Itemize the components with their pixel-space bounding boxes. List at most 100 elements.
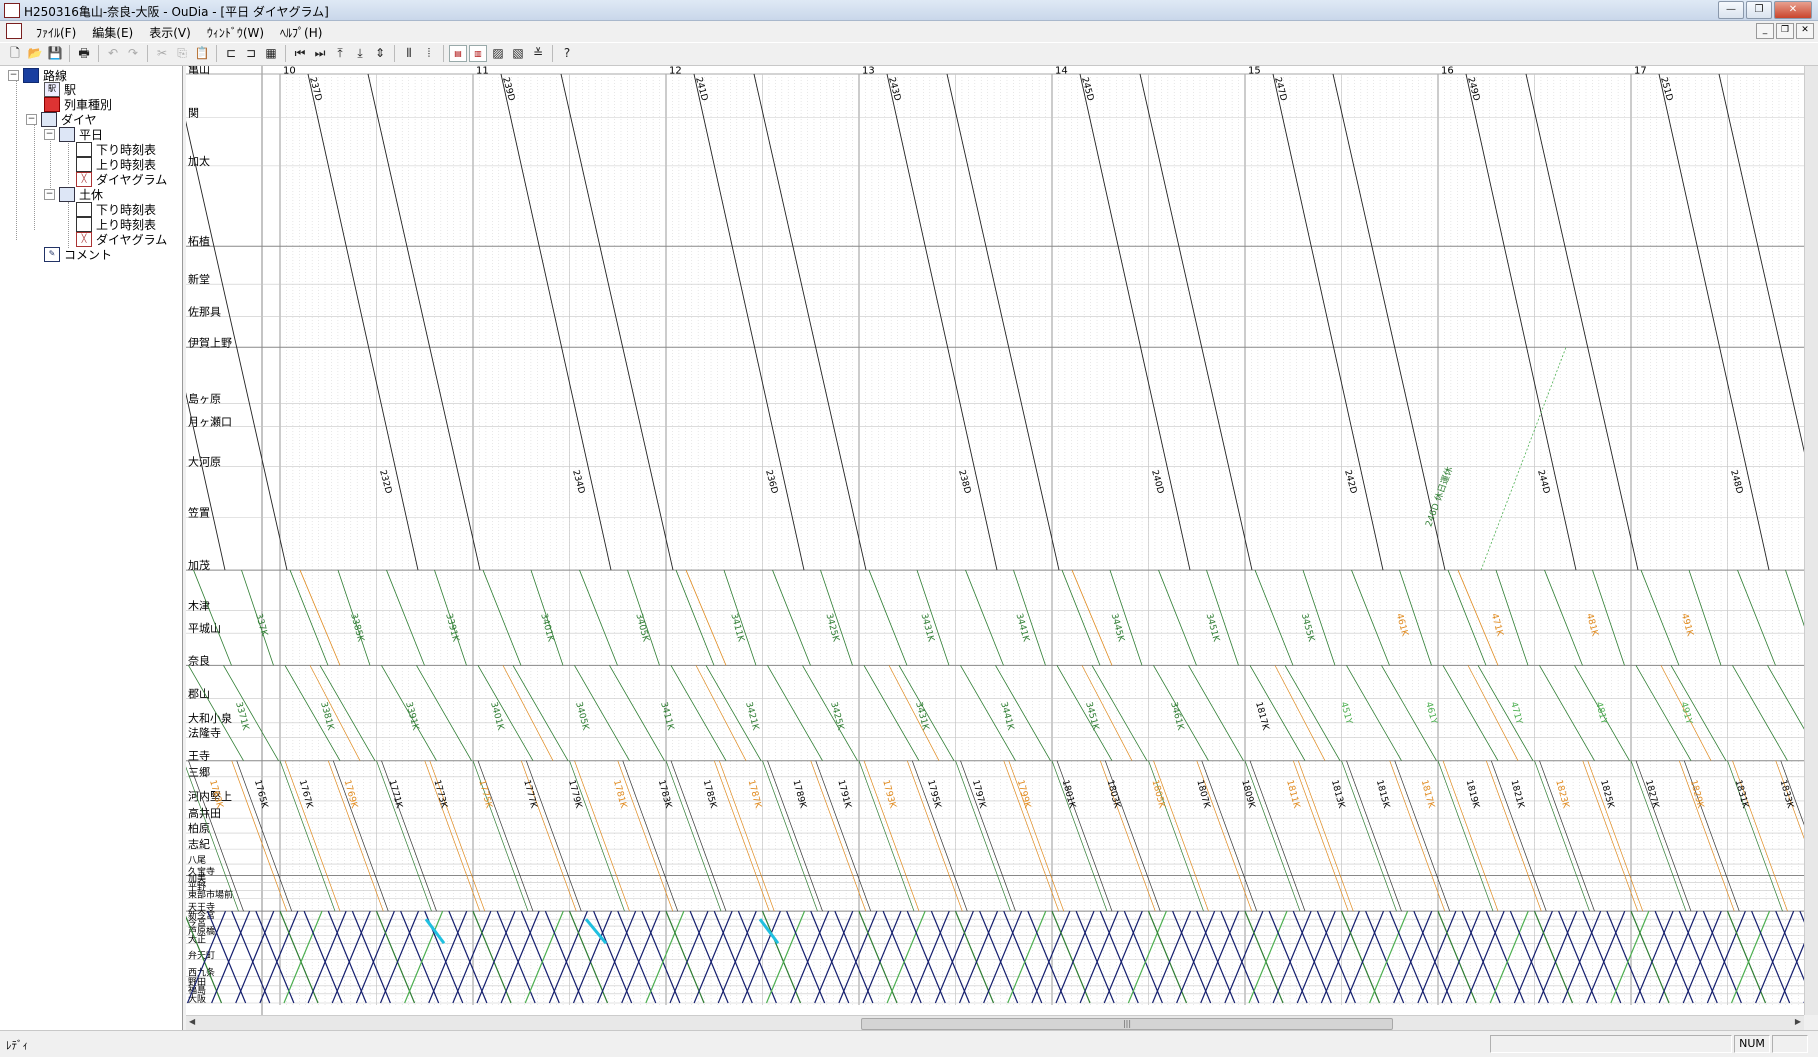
document-icon[interactable] xyxy=(6,23,22,39)
tree-node-weekday-down[interactable]: 下り時刻表 xyxy=(76,142,156,157)
zoom-out-vertical-icon[interactable]: ⤓ xyxy=(351,45,369,62)
paste-icon[interactable]: 📋 xyxy=(193,45,211,62)
station-label: 月ヶ瀬口 xyxy=(188,415,232,429)
status-pane xyxy=(1490,1035,1732,1053)
station-label: 笠置 xyxy=(188,505,210,519)
scroll-right-icon[interactable]: ▶ xyxy=(1795,1017,1801,1026)
grid-icon[interactable]: ▦ xyxy=(262,45,280,62)
tree-node-comment[interactable]: ✎ コメント xyxy=(44,247,112,262)
tree-node-holiday-diagram[interactable]: ╳ ダイヤグラム xyxy=(76,232,167,247)
tree-node-station[interactable]: 駅 駅 xyxy=(44,82,76,97)
redo-icon[interactable]: ↷ xyxy=(124,45,142,62)
toolbar: 🗋 📂 💾 🖶 ↶ ↷ ✂ ⎘ 📋 ⊏ ⊐ ▦ ⏮ ⏭ ⤒ ⤓ ⇕ ⦀ ⦙ ▤ … xyxy=(0,42,1818,66)
toolbar-separator xyxy=(147,45,148,62)
station-label: 志紀 xyxy=(188,838,210,851)
toolbar-separator xyxy=(98,45,99,62)
hour-label: 15 xyxy=(1248,66,1261,77)
tree-label-comment: コメント xyxy=(64,246,112,263)
help-icon[interactable]: ? xyxy=(558,45,576,62)
cut-icon[interactable]: ✂ xyxy=(153,45,171,62)
diagram-lines-alt-icon[interactable]: ▧ xyxy=(509,45,527,62)
route-tree: − 路線 駅 駅 列車種別 − ダイヤ − 平日 下り時刻表 上り時刻表 ╳ ダ… xyxy=(0,66,183,1036)
menu-bar: ﾌｧｲﾙ(F) 編集(E) 表示(V) ｳｨﾝﾄﾞｳ(W) ﾍﾙﾌﾟ(H) _ … xyxy=(0,21,1818,41)
open-folder-icon[interactable]: 📂 xyxy=(26,45,44,62)
diagram-icon: ╳ xyxy=(76,232,92,247)
tree-node-weekday-up[interactable]: 上り時刻表 xyxy=(76,157,156,172)
tree-node-route[interactable]: − 路線 xyxy=(8,68,67,83)
tree-node-holiday-down[interactable]: 下り時刻表 xyxy=(76,202,156,217)
maximize-button[interactable]: ❐ xyxy=(1746,1,1772,19)
calendar-icon xyxy=(59,127,75,142)
station-label: 加太 xyxy=(188,155,210,168)
menu-window[interactable]: ｳｨﾝﾄﾞｳ(W) xyxy=(199,23,272,42)
station-label: 大河原 xyxy=(188,455,221,469)
hour-label: 12 xyxy=(669,66,682,77)
mdi-restore-button[interactable]: ❐ xyxy=(1776,23,1794,39)
tree-node-dia[interactable]: − ダイヤ xyxy=(26,112,97,127)
menu-view[interactable]: 表示(V) xyxy=(141,23,199,42)
scroll-thumb[interactable]: ||| xyxy=(861,1018,1393,1030)
insert-before-icon[interactable]: ⊏ xyxy=(222,45,240,62)
station-label: 加茂 xyxy=(188,558,210,572)
copy-icon[interactable]: ⎘ xyxy=(173,45,191,62)
save-icon[interactable]: 💾 xyxy=(46,45,64,62)
first-icon[interactable]: ⏮ xyxy=(291,45,309,62)
comment-icon: ✎ xyxy=(44,247,60,262)
toolbar-separator xyxy=(394,45,395,62)
menu-help[interactable]: ﾍﾙﾌﾟ(H) xyxy=(272,23,330,42)
print-icon[interactable]: 🖶 xyxy=(75,45,93,62)
menu-edit[interactable]: 編集(E) xyxy=(84,23,141,42)
down-trains-icon[interactable]: ▤ xyxy=(449,45,467,62)
new-file-icon[interactable]: 🗋 xyxy=(6,45,24,62)
undo-icon[interactable]: ↶ xyxy=(104,45,122,62)
zoom-out-horizontal-icon[interactable]: ⦙ xyxy=(420,45,438,62)
insert-after-icon[interactable]: ⊐ xyxy=(242,45,260,62)
close-button[interactable]: ✕ xyxy=(1774,1,1812,19)
timetable-up-icon xyxy=(76,157,92,172)
station-label: 東部市場前 xyxy=(188,889,233,901)
tree-node-weekday-diagram[interactable]: ╳ ダイヤグラム xyxy=(76,172,167,187)
hour-label: 14 xyxy=(1055,66,1068,77)
vertical-scrollbar[interactable] xyxy=(1804,66,1818,1015)
menu-file[interactable]: ﾌｧｲﾙ(F) xyxy=(28,23,84,42)
app-icon xyxy=(4,3,20,18)
zoom-in-vertical-icon[interactable]: ⤒ xyxy=(331,45,349,62)
station-lines-icon[interactable]: ≚ xyxy=(529,45,547,62)
collapse-icon[interactable]: − xyxy=(26,114,37,125)
horizontal-scrollbar[interactable]: ◀ ||| ▶ xyxy=(186,1015,1804,1030)
diagram-canvas[interactable]: 1011121314151617亀山関加太柘植新堂佐那具伊賀上野島ヶ原月ヶ瀬口大… xyxy=(186,66,1804,1015)
tree-node-weekday[interactable]: − 平日 xyxy=(44,127,103,142)
status-pane-scrl xyxy=(1772,1035,1808,1053)
station-icon: 駅 xyxy=(44,82,60,97)
minimize-button[interactable]: — xyxy=(1718,1,1744,19)
status-num: NUM xyxy=(1734,1035,1770,1053)
mdi-close-button[interactable]: ✕ xyxy=(1796,23,1814,39)
station-label: 島ヶ原 xyxy=(188,392,221,406)
reset-vertical-icon[interactable]: ⇕ xyxy=(371,45,389,62)
tree-node-holiday-up[interactable]: 上り時刻表 xyxy=(76,217,156,232)
station-label: 王寺 xyxy=(188,750,210,763)
calendar-icon xyxy=(59,187,75,202)
collapse-icon[interactable]: − xyxy=(8,70,19,81)
up-trains-icon[interactable]: ▥ xyxy=(469,45,487,62)
scroll-left-icon[interactable]: ◀ xyxy=(189,1017,195,1026)
tree-node-train-types[interactable]: 列車種別 xyxy=(44,97,112,112)
mdi-minimize-button[interactable]: _ xyxy=(1756,23,1774,39)
tree-node-holiday[interactable]: − 土休 xyxy=(44,187,103,202)
last-icon[interactable]: ⏭ xyxy=(311,45,329,62)
diagram-icon: ╳ xyxy=(76,172,92,187)
station-label: 亀山 xyxy=(188,66,210,76)
collapse-icon[interactable]: − xyxy=(44,189,55,200)
collapse-icon[interactable]: − xyxy=(44,129,55,140)
train-diagram[interactable]: 1011121314151617亀山関加太柘植新堂佐那具伊賀上野島ヶ原月ヶ瀬口大… xyxy=(186,66,1804,1015)
route-icon xyxy=(23,68,39,83)
station-label: 郡山 xyxy=(188,688,210,701)
station-label: 木津 xyxy=(188,599,210,612)
hour-label: 10 xyxy=(283,66,296,77)
diagram-lines-icon[interactable]: ▨ xyxy=(489,45,507,62)
station-label: 関 xyxy=(188,107,199,120)
zoom-in-horizontal-icon[interactable]: ⦀ xyxy=(400,45,418,62)
hour-label: 13 xyxy=(862,66,875,77)
station-label: 八尾 xyxy=(188,855,206,866)
status-text: ﾚﾃﾞｨ xyxy=(6,1037,28,1053)
